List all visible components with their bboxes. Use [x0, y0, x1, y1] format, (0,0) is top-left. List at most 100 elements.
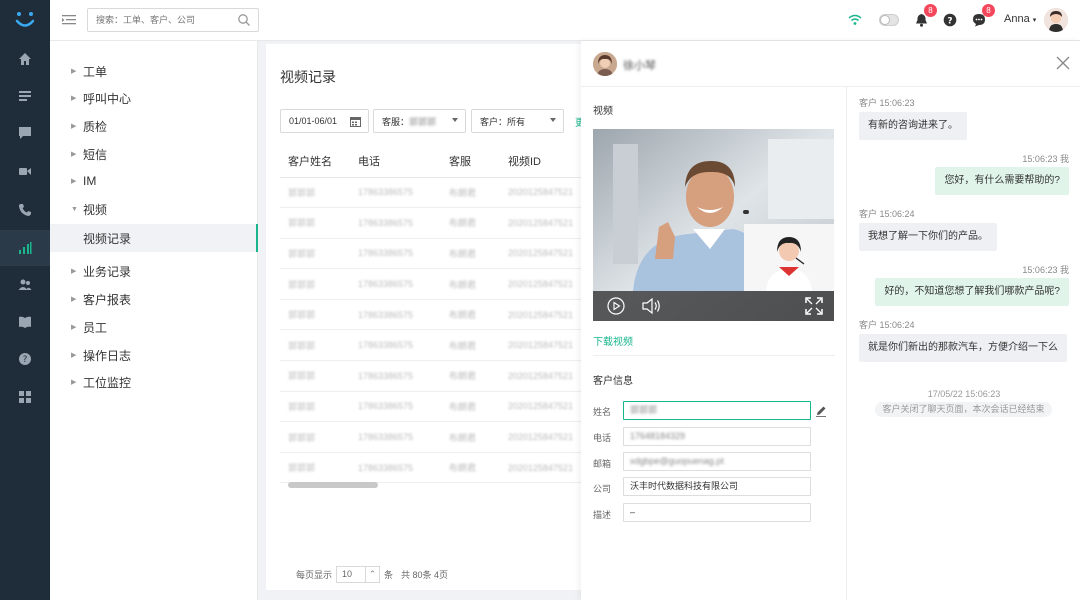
table-row[interactable]: 郭郭郭 17863386575 布朗君 2020125847521 — [280, 452, 600, 484]
video-player[interactable] — [593, 129, 834, 321]
global-search[interactable] — [87, 8, 259, 32]
chart-icon[interactable] — [15, 238, 35, 258]
table-cell: 17863386575 — [350, 421, 441, 453]
field-label-phone: 电话 — [593, 433, 612, 443]
table-cell: 郭郭郭 — [280, 238, 350, 270]
drawer-header: 徐小琴 — [581, 41, 1080, 87]
agent-pip-video[interactable] — [744, 224, 834, 291]
caret-right-icon: ▶ — [71, 68, 77, 75]
table-cell: 布朗君 — [441, 268, 500, 300]
users-icon[interactable] — [15, 275, 35, 295]
divider — [593, 355, 835, 356]
table-cell: 郭郭郭 — [280, 360, 350, 392]
notification-bell-icon[interactable]: 8 — [912, 4, 937, 29]
customer-detail-pane: 视频 下载视频 客户信息 姓名 郭郭郭 电话 17648184329 邮箱 xd… — [581, 87, 847, 600]
column-header[interactable]: 客户姓名 — [280, 145, 350, 178]
messages-icon[interactable]: 8 — [970, 4, 995, 29]
nav-item-video[interactable]: ▼ 视频 — [50, 196, 258, 222]
nav-item-operation-log[interactable]: ▶ 操作日志 — [50, 342, 258, 368]
caret-right-icon: ▶ — [71, 268, 77, 275]
download-video-link[interactable]: 下载视频 — [593, 333, 633, 348]
table-cell: 郭郭郭 — [280, 299, 350, 331]
table-row[interactable]: 郭郭郭 17863386575 布朗君 2020125847521 — [280, 391, 600, 423]
message-meta: 15:06:23 我 — [1022, 265, 1069, 275]
table-row[interactable]: 郭郭郭 17863386575 布朗君 2020125847521 — [280, 421, 600, 453]
table-row[interactable]: 郭郭郭 17863386575 布朗君 2020125847521 — [280, 177, 600, 209]
email-field[interactable]: xdgbpe@guopuenag.pt — [623, 452, 811, 471]
agent-filter-select[interactable]: 客服： 郭郭郭 — [373, 109, 466, 133]
caret-right-icon: ▶ — [71, 151, 77, 158]
video-section-title: 视频 — [593, 106, 613, 117]
nav-item-im[interactable]: ▶ IM — [50, 168, 258, 194]
table-row[interactable]: 郭郭郭 17863386575 布朗君 2020125847521 — [280, 360, 600, 392]
search-input[interactable] — [88, 9, 228, 31]
message-bubble-incoming: 我想了解一下你们的产品。 — [859, 223, 997, 251]
table-cell: 布朗君 — [441, 391, 500, 423]
table-cell: 郭郭郭 — [280, 452, 350, 484]
customer-info-title: 客户信息 — [593, 376, 633, 387]
caret-down-icon — [452, 118, 458, 122]
table-cell: 布朗君 — [441, 329, 500, 362]
phone-icon[interactable] — [15, 200, 35, 220]
page-size-stepper-up-icon[interactable]: ⌃ — [366, 566, 381, 583]
table-cell: 17863386575 — [350, 360, 441, 392]
search-icon[interactable] — [237, 13, 251, 27]
video-records-table: 客户姓名 电话 客服 视频ID 郭郭郭 17863386575 布朗君 2020125… — [280, 145, 600, 484]
top-bar: 8 ? 8 Anna ▾ — [50, 0, 1080, 41]
company-field[interactable]: 沃丰时代数据科技有限公司 — [623, 477, 811, 496]
nav-item-sms[interactable]: ▶ 短信 — [50, 141, 258, 167]
nav-item-staff[interactable]: ▶ 员工 — [50, 314, 258, 340]
customer-filter-select[interactable]: 客户：所有 — [471, 109, 564, 133]
nav-item-call-center[interactable]: ▶ 呼叫中心 — [50, 85, 258, 111]
phone-field[interactable]: 17648184329 — [623, 427, 811, 446]
caret-right-icon: ▶ — [71, 379, 77, 386]
caret-right-icon: ▶ — [71, 324, 77, 331]
status-toggle[interactable] — [879, 11, 899, 29]
close-icon[interactable] — [1055, 55, 1071, 71]
list-icon[interactable] — [15, 86, 35, 106]
column-header[interactable]: 电话 — [350, 145, 441, 178]
table-row[interactable]: 郭郭郭 17863386575 布朗君 2020125847521 — [280, 238, 600, 270]
message-bubble-incoming: 有新的咨询进来了。 — [859, 112, 967, 140]
message-meta: 客户 15:06:23 — [859, 98, 915, 108]
user-menu[interactable]: Anna ▾ — [1004, 13, 1036, 25]
table-cell: 郭郭郭 — [280, 268, 350, 300]
play-icon[interactable] — [607, 297, 625, 315]
description-field[interactable]: – — [623, 503, 811, 522]
caret-down-icon: ▼ — [71, 205, 78, 213]
nav-item-quality[interactable]: ▶ 质检 — [50, 113, 258, 139]
nav-item-seat-monitor[interactable]: ▶ 工位监控 — [50, 369, 258, 395]
horizontal-scrollbar[interactable] — [288, 482, 378, 488]
customer-avatar — [593, 52, 617, 76]
table-cell: 郭郭郭 — [280, 329, 350, 362]
name-field[interactable]: 郭郭郭 — [623, 401, 811, 420]
help-circle-icon[interactable]: ? — [941, 11, 959, 29]
column-header[interactable]: 客服 — [441, 145, 500, 178]
volume-icon[interactable] — [641, 297, 661, 315]
page-size-input[interactable]: 10 — [336, 566, 367, 583]
user-avatar[interactable] — [1044, 8, 1068, 32]
table-row[interactable]: 郭郭郭 17863386575 布朗君 2020125847521 — [280, 329, 600, 362]
logo-icon — [15, 12, 35, 27]
nav-item-business-records[interactable]: ▶ 业务记录 — [50, 258, 258, 284]
chat-icon[interactable] — [15, 123, 35, 143]
table-row[interactable]: 郭郭郭 17863386575 布朗君 2020125847521 — [280, 299, 600, 331]
message-bubble-outgoing: 好的，不知道您想了解我们哪款产品呢? — [875, 278, 1069, 306]
table-row[interactable]: 郭郭郭 17863386575 布朗君 2020125847521 — [280, 207, 600, 239]
table-cell: 17863386575 — [350, 177, 441, 209]
fullscreen-icon[interactable] — [805, 297, 823, 315]
table-row[interactable]: 郭郭郭 17863386575 布朗君 2020125847521 — [280, 268, 600, 300]
book-icon[interactable] — [15, 312, 35, 332]
grid-icon[interactable] — [15, 387, 35, 407]
collapse-menu-icon[interactable] — [61, 12, 77, 28]
home-icon[interactable] — [15, 49, 35, 69]
video-icon[interactable] — [15, 161, 35, 181]
help-icon[interactable]: ? — [15, 349, 35, 369]
date-range-filter[interactable]: 01/01-06/01 — [280, 109, 369, 133]
caret-right-icon: ▶ — [71, 178, 77, 185]
nav-item-video-records[interactable]: 视频记录 — [50, 224, 258, 252]
nav-item-tickets[interactable]: ▶ 工单 — [50, 58, 258, 84]
wifi-icon[interactable] — [846, 11, 864, 29]
edit-icon[interactable] — [815, 405, 827, 417]
nav-item-customer-reports[interactable]: ▶ 客户报表 — [50, 286, 258, 312]
